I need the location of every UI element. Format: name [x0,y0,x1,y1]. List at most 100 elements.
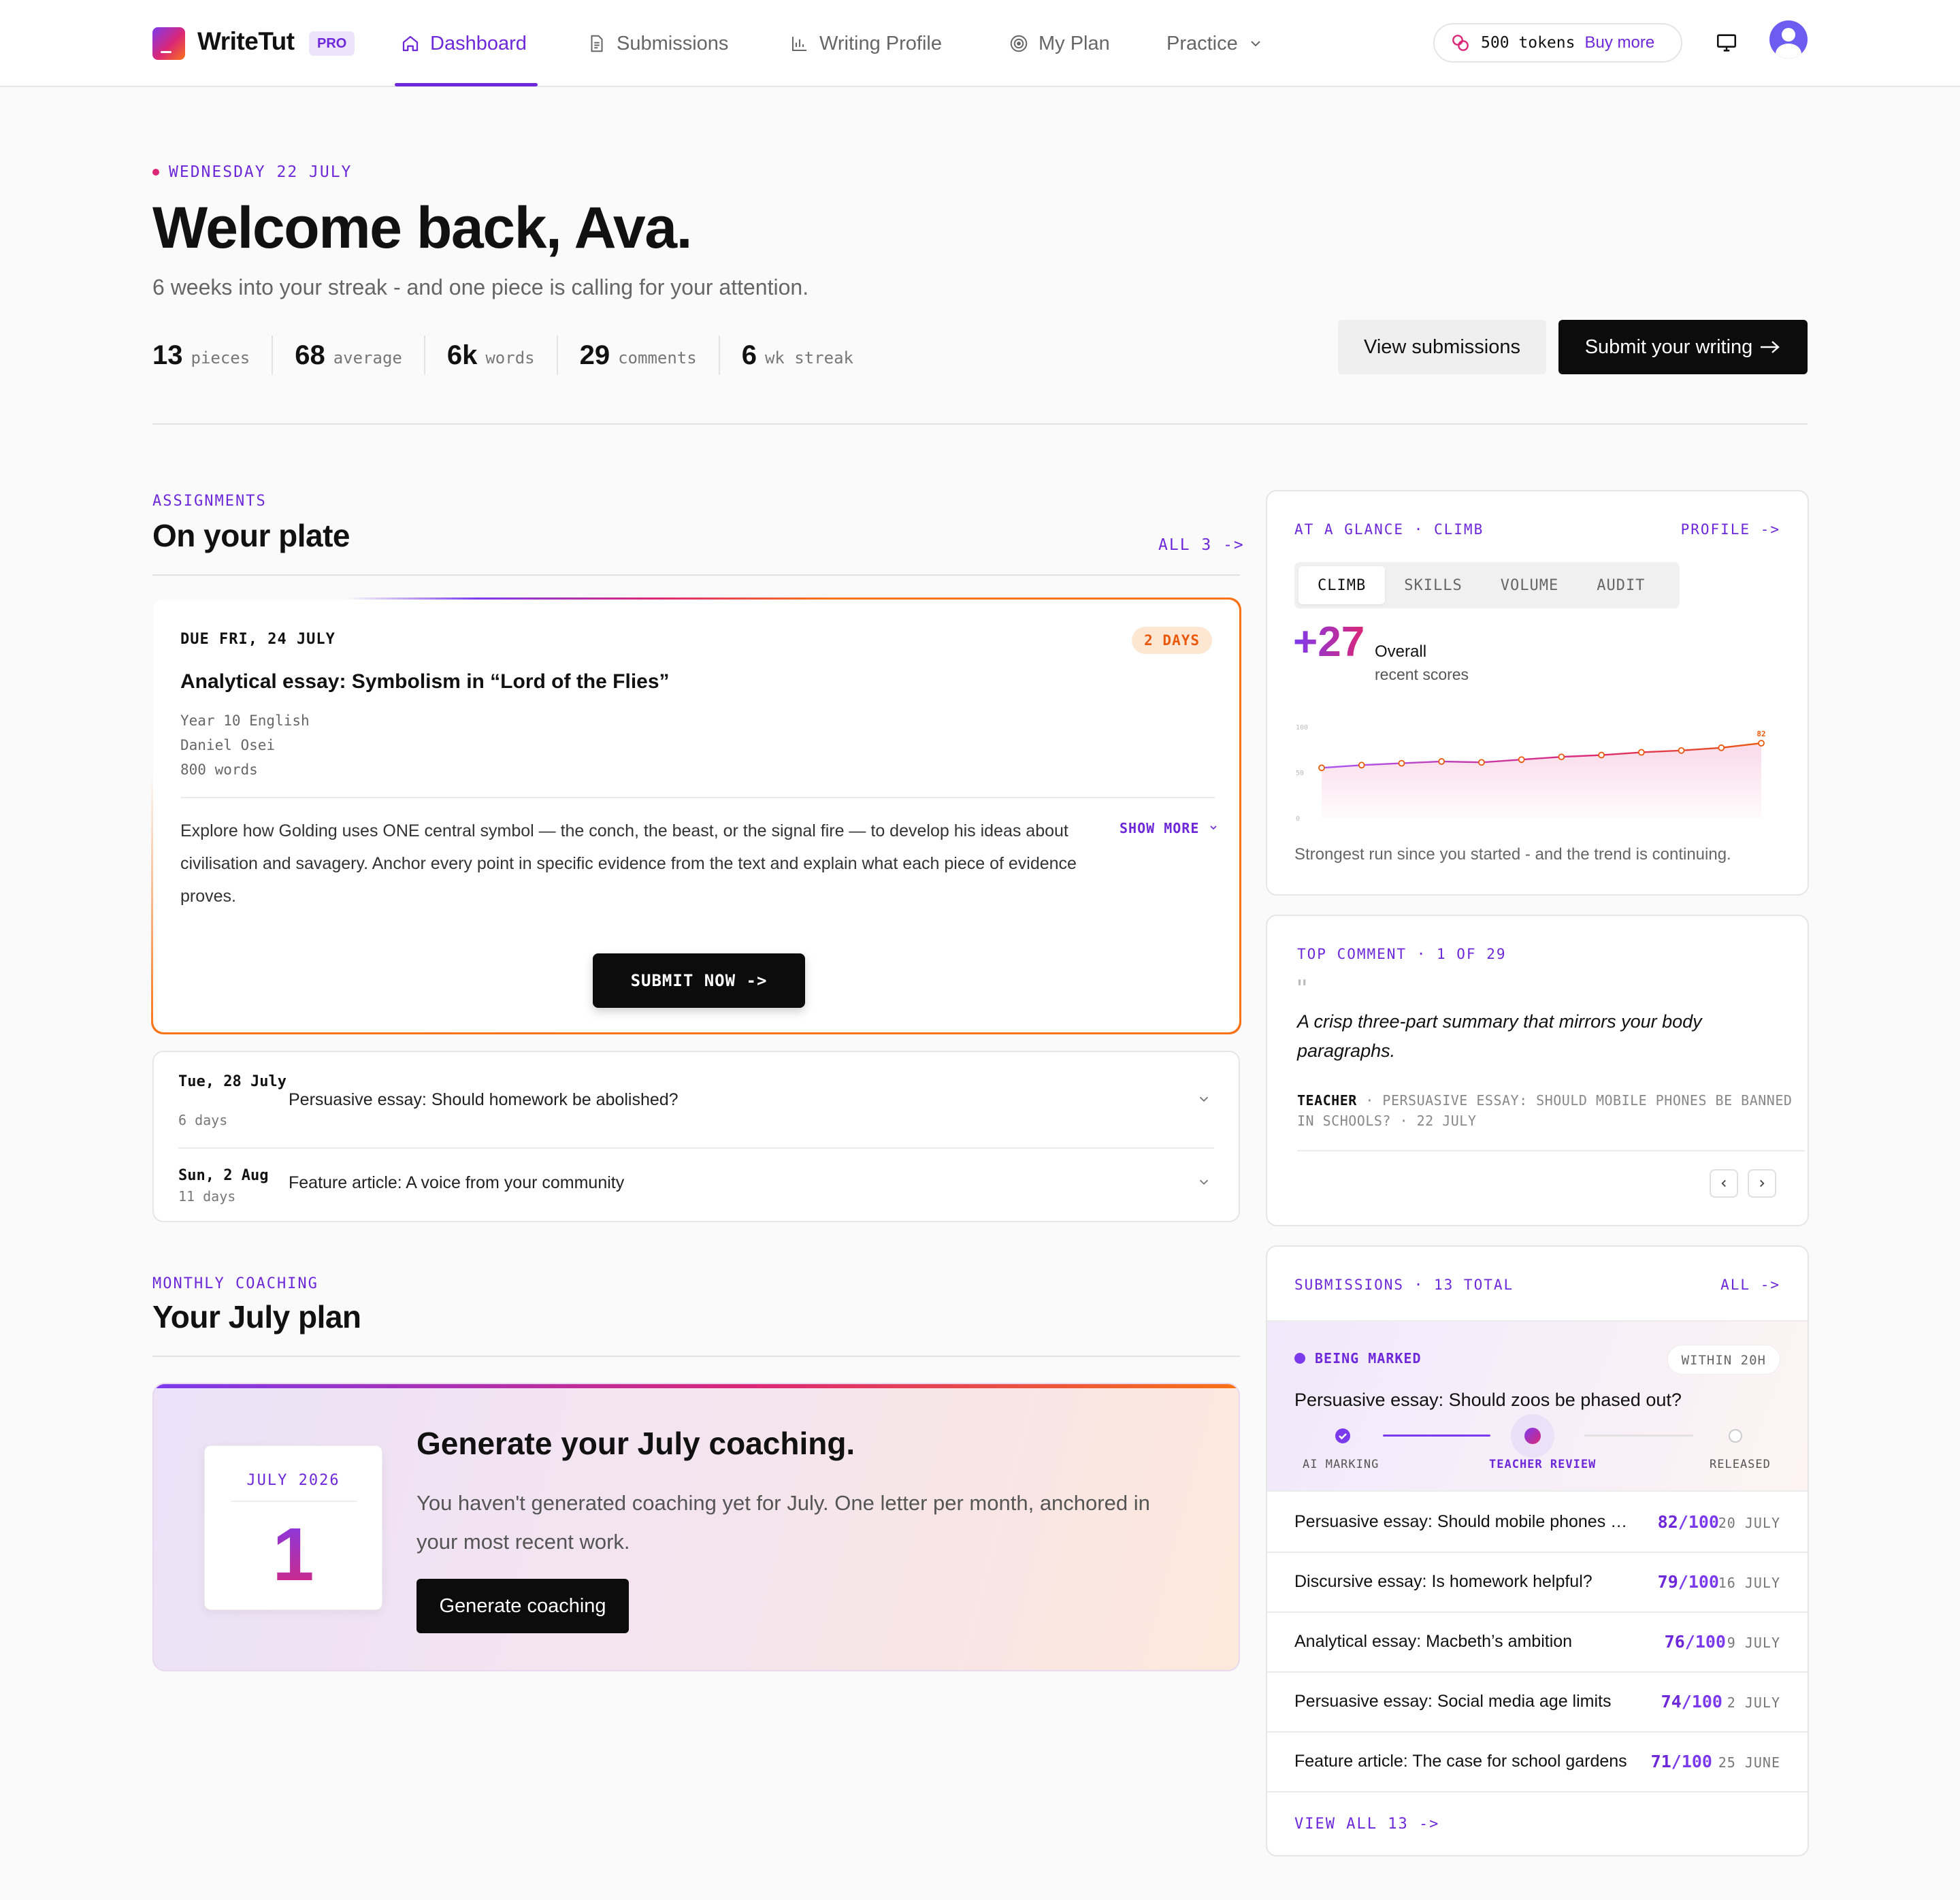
upcoming-days: 6 days [178,1112,228,1128]
tab-skills[interactable]: SKILLS [1385,566,1481,604]
score-delta: +27 [1293,619,1365,666]
nav-my-plan[interactable]: My Plan [1009,0,1110,87]
stat-label: pieces [191,348,250,367]
marking-status-label: BEING MARKED [1315,1350,1422,1366]
stat-comments: 29 comments [556,335,719,375]
nav-submissions-label: Submissions [617,32,729,54]
comment-divider [1297,1150,1805,1151]
stat-value: 6 [741,340,757,370]
show-more-label: SHOW MORE [1120,820,1200,836]
upcoming-date: Sun, 2 Aug [178,1167,269,1184]
nav-submissions[interactable]: Submissions [587,0,728,87]
table-row[interactable]: Discursive essay: Is homework helpful? 7… [1267,1553,1808,1613]
submission-date: 16 JULY [1718,1575,1780,1591]
nav-dashboard[interactable]: Dashboard [400,0,527,87]
prev-comment-button[interactable] [1710,1169,1738,1198]
chart-data-point [1318,764,1325,772]
list-item[interactable]: Tue, 28 July 6 days Persuasive essay: Sh… [154,1052,1239,1147]
chart-data-point [1438,758,1446,765]
coaching-card-title: Generate your July coaching. [416,1426,855,1461]
token-count: 500 tokens [1481,34,1575,52]
hero-divider [152,423,1808,425]
chevron-down-icon[interactable] [1196,1175,1211,1190]
view-all-submissions-link[interactable]: VIEW ALL 13 -> [1294,1816,1439,1833]
stat-value: 68 [295,340,325,370]
chart-end-label: 82 [1757,730,1765,738]
table-row[interactable]: Feature article: The case for school gar… [1267,1733,1808,1792]
progress-track-complete [1383,1435,1490,1437]
stat-value: 29 [579,340,610,370]
y-tick-label: 100 [1296,724,1308,732]
table-row[interactable]: Analytical essay: Macbeth’s ambition 76/… [1267,1613,1808,1673]
upcoming-assignments-list: Tue, 28 July 6 days Persuasive essay: Sh… [152,1051,1240,1222]
active-tab-indicator [395,83,538,86]
top-comment-card: TOP COMMENT · 1 OF 29 " A crisp three-pa… [1266,915,1809,1226]
tab-volume[interactable]: VOLUME [1482,566,1578,604]
comment-meta: TEACHER · PERSUASIVE ESSAY: SHOULD MOBIL… [1297,1090,1801,1131]
check-icon [1335,1428,1350,1443]
submissions-eyebrow: SUBMISSIONS · 13 TOTAL [1294,1277,1514,1293]
stat-words: 6k words [423,335,557,375]
current-step-dot [1524,1428,1541,1444]
chart-data-point [1758,740,1765,747]
chart-data-point [1637,749,1645,756]
nav-my-plan-label: My Plan [1039,32,1110,54]
assignment-title[interactable]: Analytical essay: Symbolism in “Lord of … [180,670,670,693]
pending-step-dot [1729,1429,1742,1443]
token-balance[interactable]: 500 tokens Buy more [1433,23,1682,63]
stat-pieces: 13 pieces [152,335,272,375]
calendar-divider [231,1501,357,1502]
generate-coaching-button[interactable]: Generate coaching [416,1579,629,1633]
chart-data-point [1598,751,1605,759]
chart-data-point [1358,761,1365,769]
step-teacher-review: TEACHER REVIEW [1489,1458,1597,1471]
submit-writing-button[interactable]: Submit your writing [1558,320,1808,374]
logo-icon[interactable] [152,27,185,60]
tab-climb[interactable]: CLIMB [1298,566,1386,604]
upcoming-days: 11 days [178,1188,236,1205]
chart-data-point [1718,744,1725,751]
stats-row: 13 pieces 68 average 6k words 29 comments 6w… [152,335,875,376]
bar-chart-icon [792,37,806,51]
nav-writing-profile[interactable]: Writing Profile [789,0,942,87]
submit-now-button[interactable]: SUBMIT NOW -> [593,953,805,1008]
being-marked-panel[interactable]: BEING MARKED WITHIN 20H Persuasive essay… [1267,1320,1808,1492]
all-assignments-link[interactable]: ALL 3 -> [1158,536,1245,554]
eta-badge: WITHIN 20H [1667,1345,1780,1375]
quote-icon: " [1297,974,1307,1004]
table-row[interactable]: Persuasive essay: Should mobile phones b… [1267,1493,1808,1553]
submission-date: 2 JULY [1727,1694,1780,1711]
nav-practice[interactable]: Practice [1166,0,1264,87]
comment-text: A crisp three-part summary that mirrors … [1297,1011,1702,1061]
due-date: DUE FRI, 24 JULY [180,631,336,648]
nav-writing-profile-label: Writing Profile [819,32,942,54]
monitor-icon[interactable] [1715,31,1738,54]
tab-audit[interactable]: AUDIT [1578,566,1664,604]
chart-data-point [1518,756,1525,764]
submission-date: 9 JULY [1727,1635,1780,1651]
view-submissions-button[interactable]: View submissions [1338,320,1546,374]
nav-practice-label: Practice [1166,32,1238,54]
user-avatar[interactable] [1769,20,1808,59]
brand-name[interactable]: WriteTut [197,27,295,56]
table-row[interactable]: Persuasive essay: Social media age limit… [1267,1673,1808,1733]
chevron-down-icon[interactable] [1196,1092,1211,1107]
chart-data-point [1478,759,1485,766]
show-more-toggle[interactable]: SHOW MORE [1120,820,1219,836]
comment-context: · PERSUASIVE ESSAY: SHOULD MOBILE PHONES… [1297,1092,1793,1129]
chart-data-point [1678,747,1685,754]
next-comment-button[interactable] [1748,1169,1776,1198]
document-icon [591,35,603,52]
delta-label: Overall [1375,642,1427,661]
upcoming-date: Tue, 28 July [178,1073,287,1090]
buy-more-link[interactable]: Buy more [1584,33,1654,52]
comment-eyebrow: TOP COMMENT · 1 OF 29 [1297,946,1507,962]
stat-streak: 6 wk streak [718,335,875,375]
welcome-heading: Welcome back, Ava. [152,195,692,261]
profile-link[interactable]: PROFILE -> [1681,521,1780,538]
nav-dashboard-label: Dashboard [430,32,527,54]
date-dot [152,169,159,176]
chart-data-point [1398,759,1405,767]
list-item[interactable]: Sun, 2 Aug 11 days Feature article: A vo… [154,1149,1239,1222]
all-submissions-link[interactable]: ALL -> [1720,1277,1780,1293]
